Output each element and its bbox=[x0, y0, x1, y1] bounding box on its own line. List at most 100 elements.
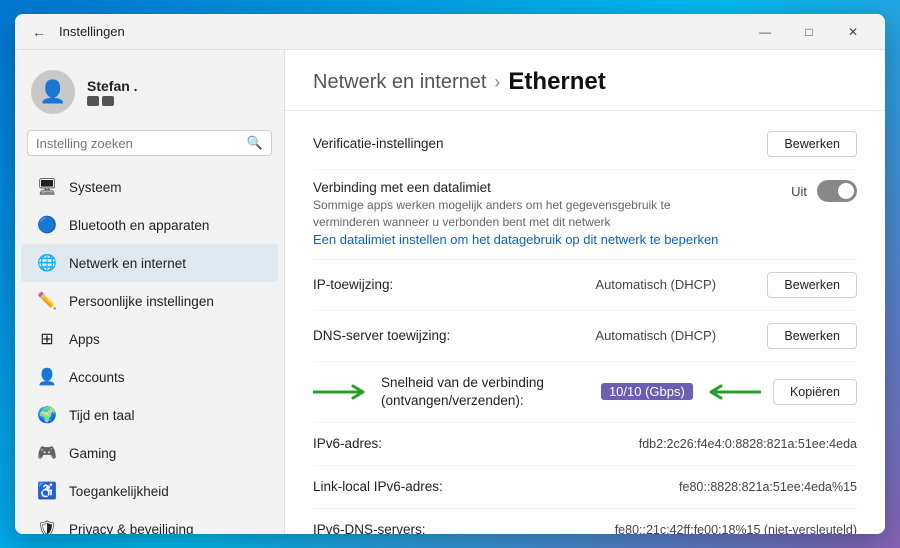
kopieren-button[interactable]: Kopiëren bbox=[773, 379, 857, 405]
netwerk-icon: 🌐 bbox=[37, 253, 57, 273]
verificatie-label: Verificatie-instellingen bbox=[313, 136, 444, 151]
minimize-button[interactable]: — bbox=[745, 18, 785, 46]
window-controls: — □ ✕ bbox=[745, 18, 873, 46]
breadcrumb-separator: › bbox=[494, 72, 500, 93]
sidebar-item-persoonlijk-label: Persoonlijke instellingen bbox=[69, 294, 214, 309]
sidebar-item-gaming[interactable]: 🎮 Gaming bbox=[21, 434, 278, 472]
search-input[interactable] bbox=[36, 136, 241, 151]
sidebar-item-toegankelijkheid-label: Toegankelijkheid bbox=[69, 484, 169, 499]
dns-toewijzing-row: DNS-server toewijzing: Automatisch (DHCP… bbox=[313, 311, 857, 362]
user-name: Stefan . bbox=[87, 78, 138, 94]
ipv6-row: IPv6-adres: fdb2:2c26:f4e4:0:8828:821a:5… bbox=[313, 423, 857, 466]
sidebar-item-systeem-label: Systeem bbox=[69, 180, 122, 195]
snelheid-arrow-left: Snelheid van de verbinding (ontvangen/ve… bbox=[313, 374, 589, 410]
snelheid-label2: (ontvangen/verzenden): bbox=[381, 393, 524, 408]
dns-toewijzing-info: DNS-server toewijzing: bbox=[313, 327, 583, 345]
close-button[interactable]: ✕ bbox=[833, 18, 873, 46]
search-icon: 🔍 bbox=[247, 135, 263, 151]
sidebar-item-tijd-label: Tijd en taal bbox=[69, 408, 135, 423]
ip-toewijzing-action: Bewerken bbox=[767, 272, 857, 298]
snelheid-action: Kopiëren bbox=[773, 379, 857, 405]
ipv6-label: IPv6-adres: bbox=[313, 436, 382, 451]
user-email bbox=[87, 96, 138, 106]
sidebar-item-persoonlijk[interactable]: ✏️ Persoonlijke instellingen bbox=[21, 282, 278, 320]
user-section: 👤 Stefan . bbox=[15, 62, 284, 130]
verificatie-bewerken-button[interactable]: Bewerken bbox=[767, 131, 857, 157]
email-dot-1 bbox=[87, 96, 99, 106]
titlebar: ← Instellingen — □ ✕ bbox=[15, 14, 885, 50]
apps-icon: ⊞ bbox=[37, 329, 57, 349]
verificatie-row: Verificatie-instellingen Bewerken bbox=[313, 119, 857, 170]
arrow-right-icon bbox=[701, 380, 761, 404]
privacy-icon: 🛡 bbox=[37, 519, 57, 534]
datalimiet-info: Verbinding met een datalimiet Sommige ap… bbox=[313, 180, 765, 249]
sidebar-item-apps[interactable]: ⊞ Apps bbox=[21, 320, 278, 358]
ipv6-info: IPv6-adres: bbox=[313, 435, 627, 453]
ip-toewijzing-info: IP-toewijzing: bbox=[313, 276, 583, 294]
ipv6-dns-info: IPv6-DNS-servers: bbox=[313, 521, 603, 534]
link-local-ipv6-value: fe80::8828:821a:51ee:4eda%15 bbox=[679, 480, 857, 494]
sidebar-item-netwerk[interactable]: 🌐 Netwerk en internet bbox=[21, 244, 278, 282]
settings-list: Verificatie-instellingen Bewerken Verbin… bbox=[285, 111, 885, 534]
sidebar-item-bluetooth-label: Bluetooth en apparaten bbox=[69, 218, 209, 233]
snelheid-row: Snelheid van de verbinding (ontvangen/ve… bbox=[313, 362, 857, 423]
maximize-button[interactable]: □ bbox=[789, 18, 829, 46]
main-panel: Netwerk en internet › Ethernet Verificat… bbox=[285, 50, 885, 534]
toggle-knob bbox=[838, 183, 854, 199]
ip-toewijzing-value: Automatisch (DHCP) bbox=[595, 277, 755, 292]
verificatie-action: Bewerken bbox=[767, 131, 857, 157]
ipv6-value: fdb2:2c26:f4e4:0:8828:821a:51ee:4eda bbox=[639, 437, 857, 451]
datalimiet-row: Verbinding met een datalimiet Sommige ap… bbox=[313, 170, 857, 260]
sidebar-item-systeem[interactable]: 🖥 Systeem bbox=[21, 168, 278, 206]
sidebar-item-gaming-label: Gaming bbox=[69, 446, 116, 461]
ip-toewijzing-bewerken-button[interactable]: Bewerken bbox=[767, 272, 857, 298]
settings-window: ← Instellingen — □ ✕ 👤 Stefan . bbox=[15, 14, 885, 534]
search-box[interactable]: 🔍 bbox=[27, 130, 272, 156]
snelheid-label: Snelheid van de verbinding bbox=[381, 375, 544, 390]
tijd-icon: 🌍 bbox=[37, 405, 57, 425]
sidebar-item-privacy[interactable]: 🛡 Privacy & beveiliging bbox=[21, 510, 278, 534]
datalimiet-link[interactable]: Een datalimiet instellen om het datagebr… bbox=[313, 232, 718, 247]
back-button[interactable]: ← bbox=[27, 20, 51, 44]
page-header: Netwerk en internet › Ethernet bbox=[285, 50, 885, 111]
ipv6-dns-value: fe80::21c:42ff:fe00:18%15 (niet-versleut… bbox=[615, 523, 857, 534]
user-info: Stefan . bbox=[87, 78, 138, 106]
accounts-icon: 👤 bbox=[37, 367, 57, 387]
datalimiet-sublabel: Sommige apps werken mogelijk anders om h… bbox=[313, 197, 693, 231]
arrow-left-icon bbox=[313, 380, 373, 404]
ip-toewijzing-row: IP-toewijzing: Automatisch (DHCP) Bewerk… bbox=[313, 260, 857, 311]
bluetooth-icon: 🔵 bbox=[37, 215, 57, 235]
sidebar-item-toegankelijkheid[interactable]: ♿ Toegankelijkheid bbox=[21, 472, 278, 510]
main-content-area: 👤 Stefan . 🔍 🖥 Systeem 🔵 Bl bbox=[15, 50, 885, 534]
persoonlijk-icon: ✏️ bbox=[37, 291, 57, 311]
gaming-icon: 🎮 bbox=[37, 443, 57, 463]
snelheid-info: Snelheid van de verbinding (ontvangen/ve… bbox=[313, 374, 589, 410]
sidebar-item-apps-label: Apps bbox=[69, 332, 100, 347]
link-local-ipv6-info: Link-local IPv6-adres: bbox=[313, 478, 667, 496]
dns-toewijzing-label: DNS-server toewijzing: bbox=[313, 328, 450, 343]
snelheid-value-container: 10/10 (Gbps) bbox=[601, 380, 761, 404]
sidebar-item-privacy-label: Privacy & beveiliging bbox=[69, 522, 194, 535]
avatar: 👤 bbox=[31, 70, 75, 114]
ip-toewijzing-label: IP-toewijzing: bbox=[313, 277, 393, 292]
toegankelijkheid-icon: ♿ bbox=[37, 481, 57, 501]
datalimiet-controls: Uit bbox=[777, 180, 857, 202]
dns-toewijzing-bewerken-button[interactable]: Bewerken bbox=[767, 323, 857, 349]
link-local-ipv6-row: Link-local IPv6-adres: fe80::8828:821a:5… bbox=[313, 466, 857, 509]
datalimiet-toggle[interactable] bbox=[817, 180, 857, 202]
snelheid-value: 10/10 (Gbps) bbox=[601, 383, 693, 400]
email-dot-2 bbox=[102, 96, 114, 106]
breadcrumb: Netwerk en internet › Ethernet bbox=[313, 68, 857, 96]
sidebar-item-bluetooth[interactable]: 🔵 Bluetooth en apparaten bbox=[21, 206, 278, 244]
breadcrumb-current: Ethernet bbox=[508, 68, 605, 96]
sidebar-item-accounts-label: Accounts bbox=[69, 370, 125, 385]
systeem-icon: 🖥 bbox=[37, 177, 57, 197]
breadcrumb-parent: Netwerk en internet bbox=[313, 71, 486, 94]
sidebar: 👤 Stefan . 🔍 🖥 Systeem 🔵 Bl bbox=[15, 50, 285, 534]
sidebar-item-tijd[interactable]: 🌍 Tijd en taal bbox=[21, 396, 278, 434]
dns-toewijzing-action: Bewerken bbox=[767, 323, 857, 349]
dns-toewijzing-value: Automatisch (DHCP) bbox=[595, 328, 755, 343]
link-local-ipv6-label: Link-local IPv6-adres: bbox=[313, 479, 443, 494]
toggle-state-label: Uit bbox=[791, 184, 807, 199]
sidebar-item-accounts[interactable]: 👤 Accounts bbox=[21, 358, 278, 396]
